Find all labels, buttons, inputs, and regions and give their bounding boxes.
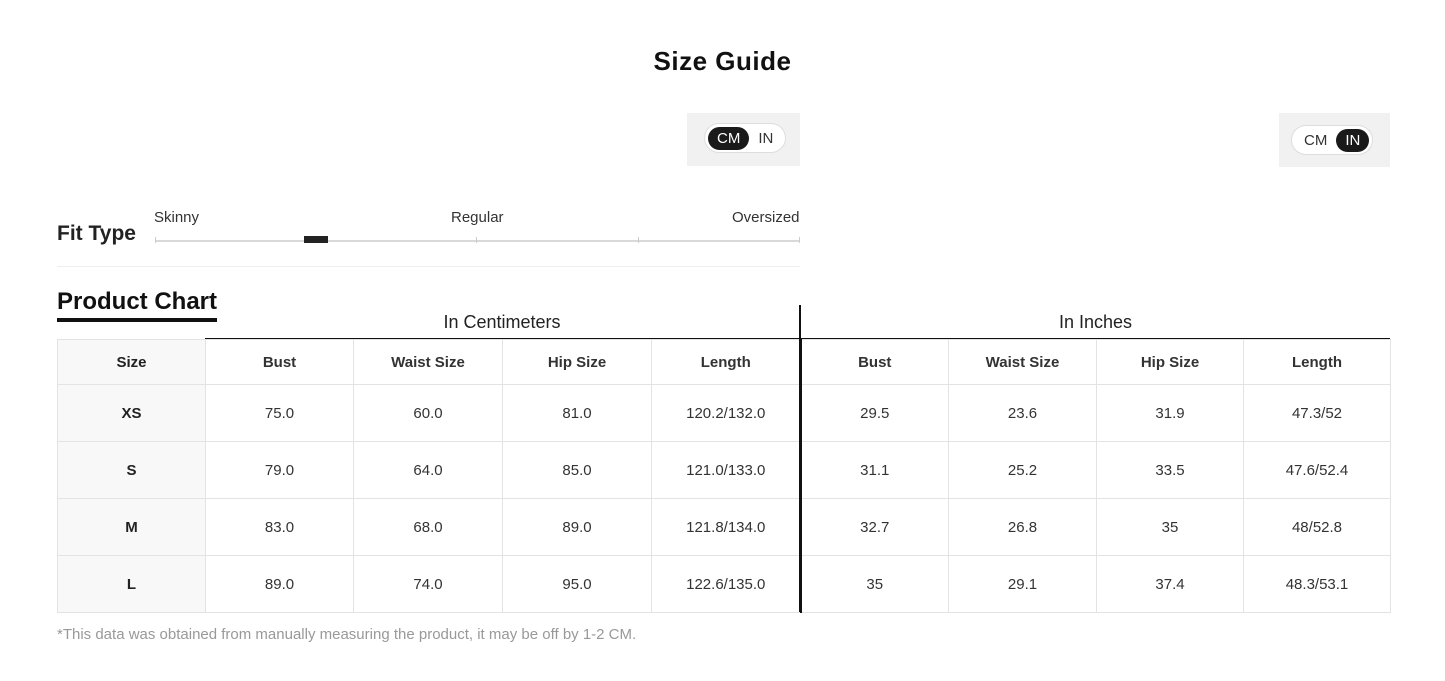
table-row: S 79.0 64.0 85.0 121.0/133.0 31.1 25.2 3… [57,441,1391,499]
table-cell: 31.1 [799,441,949,499]
table-cell: 89.0 [502,498,652,556]
fit-scale-regular: Regular [451,209,504,226]
table-row: L 89.0 74.0 95.0 122.6/135.0 35 29.1 37.… [57,555,1391,613]
group-header-inches: In Inches [801,306,1390,340]
fit-tick [155,237,156,243]
table-cell: 26.8 [948,498,1097,556]
unit-toggle: CM IN [1291,125,1374,155]
table-cell: 37.4 [1096,555,1244,613]
size-cell: M [57,498,206,556]
table-cell: 29.1 [948,555,1097,613]
table-cell: 121.8/134.0 [651,498,801,556]
table-cell: 95.0 [502,555,652,613]
table-cell: 85.0 [502,441,652,499]
table-cell: 35 [799,555,949,613]
table-cell: 31.9 [1096,384,1244,442]
table-cell: 60.0 [353,384,503,442]
product-chart-tab[interactable]: Product Chart [57,288,218,322]
column-header: Size [57,339,206,385]
table-cell: 47.6/52.4 [1243,441,1391,499]
fit-tick [476,237,477,243]
table-cell: 83.0 [205,498,354,556]
fit-tick [638,237,639,243]
column-header: Hip Size [1096,339,1244,385]
size-table: Size Bust Waist Size Hip Size Length Bus… [57,339,1391,613]
column-header: Hip Size [502,339,652,385]
table-cell: 23.6 [948,384,1097,442]
unit-toggle: CM IN [704,123,787,153]
page-title: Size Guide [653,46,792,76]
fit-type-slider [155,236,800,243]
unit-option-cm[interactable]: CM [1295,129,1336,152]
size-cell: S [57,441,206,499]
table-cell: 121.0/133.0 [651,441,801,499]
table-cell: 120.2/132.0 [651,384,801,442]
table-cell: 74.0 [353,555,503,613]
table-cell: 29.5 [799,384,949,442]
fit-scale-skinny: Skinny [154,209,200,226]
table-header-row: Size Bust Waist Size Hip Size Length Bus… [57,339,1391,385]
column-header: Waist Size [353,339,503,385]
unit-option-cm[interactable]: CM [708,126,750,150]
unit-option-in[interactable]: IN [749,127,782,150]
size-cell: L [57,555,206,613]
table-cell: 68.0 [353,498,503,556]
table-cell: 48.3/53.1 [1243,555,1391,613]
column-header: Waist Size [948,339,1097,385]
table-cell: 25.2 [948,441,1097,499]
table-cell: 33.5 [1096,441,1244,499]
column-header: Bust [799,339,949,385]
unit-toggle-panel-cm: CM IN [687,113,800,166]
table-row: M 83.0 68.0 89.0 121.8/134.0 32.7 26.8 3… [57,498,1391,556]
fit-type-marker [304,236,328,243]
fit-tick [799,237,800,243]
measurement-note: *This data was obtained from manually me… [57,626,637,643]
table-cell: 122.6/135.0 [651,555,801,613]
unit-toggle-panel-in: CM IN [1279,113,1390,167]
group-header-centimeters: In Centimeters [205,306,799,340]
fit-scale-oversized: Oversized [732,209,800,226]
table-cell: 47.3/52 [1243,384,1391,442]
table-cell: 75.0 [205,384,354,442]
unit-divider-line [799,305,801,612]
table-cell: 35 [1096,498,1244,556]
column-header: Length [651,339,801,385]
section-divider [57,266,800,267]
table-row: XS 75.0 60.0 81.0 120.2/132.0 29.5 23.6 … [57,384,1391,442]
size-cell: XS [57,384,206,442]
table-cell: 81.0 [502,384,652,442]
table-cell: 32.7 [799,498,949,556]
table-cell: 64.0 [353,441,503,499]
unit-option-in[interactable]: IN [1336,128,1370,152]
table-cell: 79.0 [205,441,354,499]
column-header: Length [1243,339,1391,385]
fit-type-label: Fit Type [57,222,136,245]
table-cell: 48/52.8 [1243,498,1391,556]
column-header: Bust [205,339,354,385]
table-cell: 89.0 [205,555,354,613]
